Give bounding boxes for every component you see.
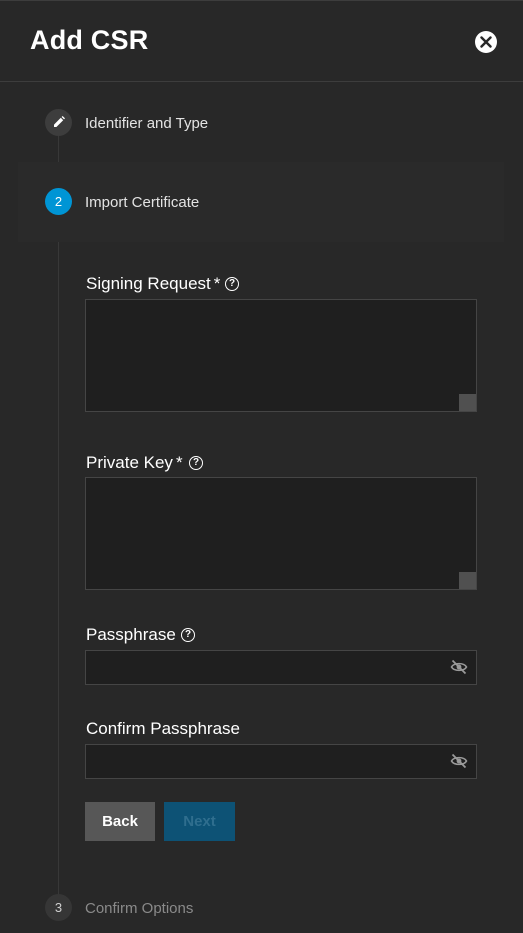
private-key-label-text: Private Key [86,453,173,472]
confirm-passphrase-label: Confirm Passphrase [86,719,241,738]
dialog-title: Add CSR [30,25,149,55]
step-label: Import Certificate [85,194,200,211]
confirm-passphrase-input[interactable] [85,744,477,779]
dialog-header: Add CSR [0,0,523,82]
next-button[interactable]: Next [164,802,235,841]
signing-request-textarea[interactable] [85,299,477,412]
step-label: Identifier and Type [85,115,209,132]
close-icon[interactable] [475,31,497,53]
step-confirm-options[interactable]: 3 Confirm Options [0,888,523,928]
eye-off-icon[interactable] [450,752,468,770]
help-circle-icon[interactable]: ? [225,277,239,291]
signing-request-label: Signing Request * [86,274,220,294]
private-key-label: Private Key * [86,453,183,473]
step-number-badge: 2 [45,188,72,215]
step-identifier-and-type[interactable]: Identifier and Type [0,103,523,143]
passphrase-label: Passphrase [86,625,176,644]
private-key-textarea[interactable] [85,477,477,590]
help-circle-icon[interactable]: ? [181,628,195,642]
step-number-badge: 3 [45,894,72,921]
required-mark: * [175,453,183,472]
back-button[interactable]: Back [85,802,155,841]
step-import-certificate[interactable]: 2 Import Certificate [0,182,523,222]
resize-handle[interactable] [459,394,476,411]
signing-request-label-text: Signing Request [86,274,211,293]
stepper-line [58,136,59,896]
step-label: Confirm Options [85,900,194,917]
eye-off-icon[interactable] [450,658,468,676]
resize-handle[interactable] [459,572,476,589]
passphrase-input[interactable] [85,650,477,685]
required-mark: * [213,274,221,293]
help-circle-icon[interactable]: ? [189,456,203,470]
pencil-icon [45,109,72,136]
